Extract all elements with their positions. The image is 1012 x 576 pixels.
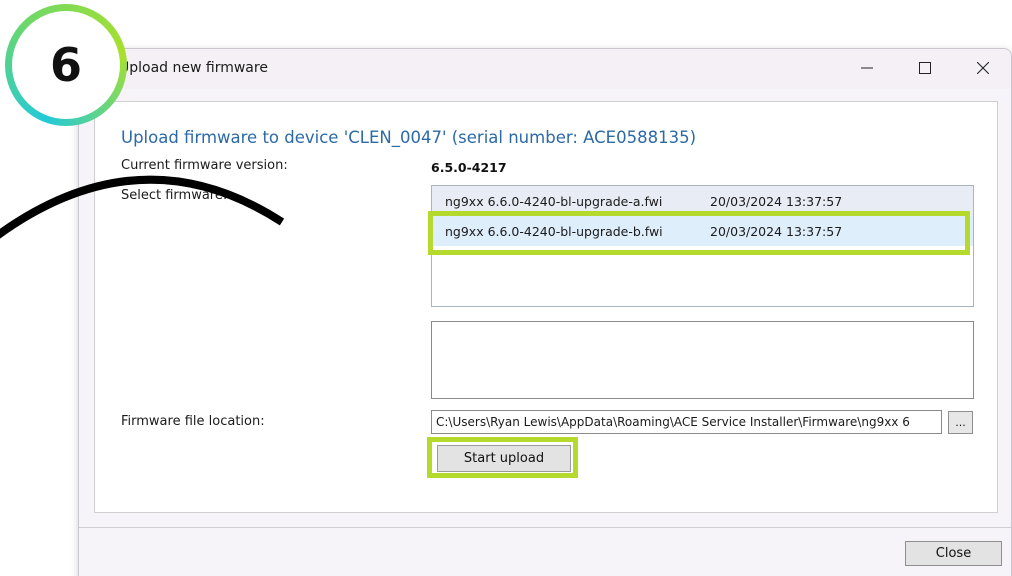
firmware-location-input[interactable]: C:\Users\Ryan Lewis\AppData\Roaming\ACE … — [431, 410, 942, 434]
firmware-list-item-b[interactable]: ng9xx 6.6.0-4240-bl-upgrade-b.fwi 20/03/… — [432, 216, 973, 246]
title-bar[interactable]: Upload new firmware — [79, 49, 1011, 89]
step-number-badge: 6 — [12, 11, 120, 119]
browse-button[interactable]: ... — [948, 411, 973, 434]
maximize-icon — [919, 62, 931, 74]
close-button[interactable]: Close — [905, 541, 1002, 566]
firmware-list-item-a[interactable]: ng9xx 6.6.0-4240-bl-upgrade-a.fwi 20/03/… — [432, 186, 973, 216]
start-upload-button[interactable]: Start upload — [437, 445, 571, 472]
maximize-button[interactable] — [899, 49, 951, 87]
page-title: Upload firmware to device 'CLEN_0047' (s… — [121, 128, 697, 147]
close-icon — [977, 62, 989, 74]
content-panel: Upload firmware to device 'CLEN_0047' (s… — [94, 101, 998, 513]
upload-firmware-dialog: Upload new firmware Upload firmware to d… — [78, 48, 1012, 576]
tutorial-screenshot: Upload new firmware Upload firmware to d… — [0, 0, 1012, 576]
select-firmware-label: Select firmware: — [121, 188, 228, 203]
list-item-filename: ng9xx 6.6.0-4240-bl-upgrade-b.fwi — [445, 223, 663, 239]
close-window-button[interactable] — [957, 49, 1009, 87]
firmware-location-label: Firmware file location: — [121, 414, 265, 429]
list-item-filename: ng9xx 6.6.0-4240-bl-upgrade-a.fwi — [445, 193, 663, 209]
firmware-description-box[interactable] — [431, 321, 974, 399]
list-item-date: 20/03/2024 13:37:57 — [710, 193, 843, 209]
window-title: Upload new firmware — [119, 60, 268, 76]
firmware-listbox[interactable]: ng9xx 6.6.0-4240-bl-upgrade-a.fwi 20/03/… — [431, 185, 974, 307]
footer-divider — [79, 527, 1011, 528]
minimize-button[interactable] — [841, 49, 893, 87]
minimize-icon — [861, 67, 873, 69]
current-firmware-label: Current firmware version: — [121, 158, 288, 173]
list-item-date: 20/03/2024 13:37:57 — [710, 223, 843, 239]
current-firmware-value: 6.5.0-4217 — [431, 160, 507, 175]
